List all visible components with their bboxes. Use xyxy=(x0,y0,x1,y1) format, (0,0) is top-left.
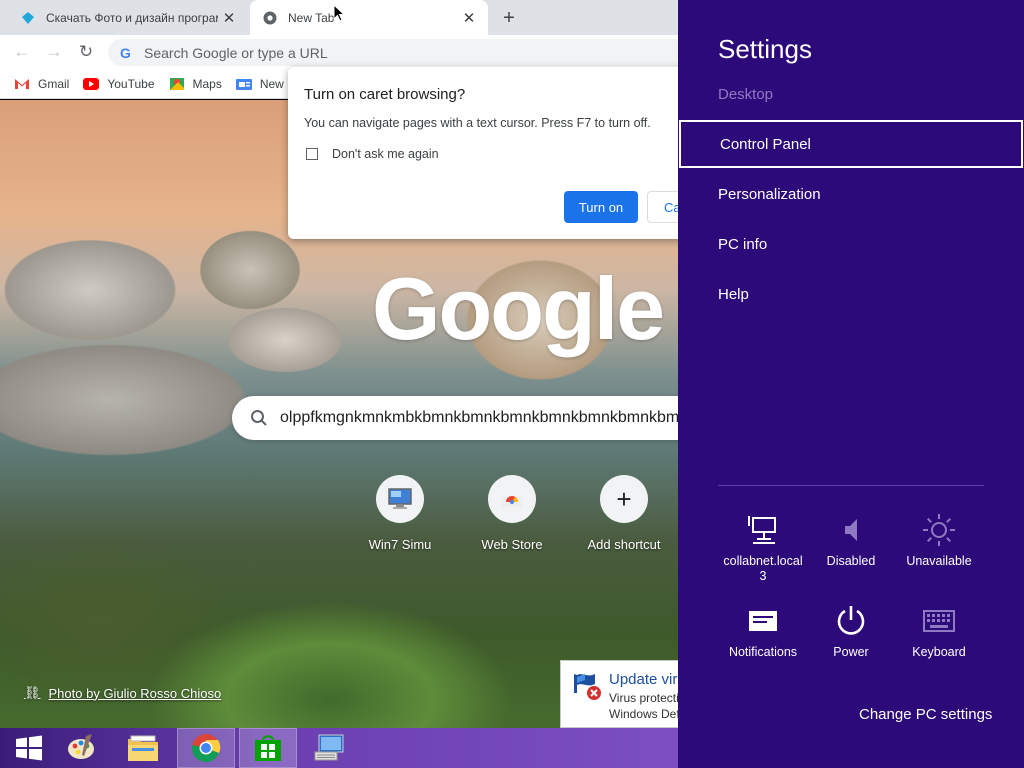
bookmark-youtube[interactable]: YouTube xyxy=(83,76,155,92)
back-icon[interactable]: ← xyxy=(10,40,34,64)
shortcut-label: Win7 Simu xyxy=(368,537,432,552)
ntp-search-input[interactable]: olppfkmgnkmnkmbkbmnkbmnkbmnkbmnkbmnkbmnk… xyxy=(280,409,678,427)
tile-label: Power xyxy=(833,645,869,659)
shortcut-label: Add shortcut xyxy=(587,537,661,552)
tab-canva[interactable]: Скачать Фото и дизайн програм ✕ xyxy=(8,0,248,35)
settings-item-help[interactable]: Help xyxy=(718,286,749,303)
power-tile[interactable]: Power xyxy=(807,603,895,660)
mouse-cursor-icon xyxy=(333,4,345,22)
bookmark-label: YouTube xyxy=(107,76,155,91)
checkbox-icon[interactable] xyxy=(306,148,318,160)
reload-icon[interactable]: ↻ xyxy=(74,40,98,64)
maps-icon xyxy=(169,76,185,92)
settings-divider xyxy=(718,485,984,486)
link-icon: ⛓ xyxy=(24,685,41,700)
settings-item-pc-info[interactable]: PC info xyxy=(718,236,767,253)
defender-notification[interactable]: Update vir Virus protecti Windows Def xyxy=(560,660,678,728)
forward-icon[interactable]: → xyxy=(42,40,66,64)
attribution-text: Photo by Giulio Rosso Chioso xyxy=(48,685,222,701)
bookmark-gmail[interactable]: Gmail xyxy=(14,76,69,92)
shortcut-add[interactable]: + Add shortcut xyxy=(572,475,676,552)
chrome-icon xyxy=(262,10,278,26)
dont-ask-checkbox[interactable]: Don't ask me again xyxy=(306,147,439,161)
notifications-tile[interactable]: Notifications xyxy=(719,603,807,660)
dialog-title: Turn on caret browsing? xyxy=(304,86,466,103)
store-icon[interactable] xyxy=(239,728,297,768)
settings-title: Settings xyxy=(718,34,812,64)
close-icon[interactable]: ✕ xyxy=(458,7,480,29)
caret-browsing-dialog: Turn on caret browsing? You can navigate… xyxy=(288,67,678,239)
tile-label: Unavailable xyxy=(906,554,972,568)
address-bar[interactable]: G Search Google or type a URL xyxy=(108,39,678,66)
keyboard-icon xyxy=(921,603,957,639)
settings-item-personalization[interactable]: Personalization xyxy=(718,186,821,203)
dialog-body: You can navigate pages with a text curso… xyxy=(304,116,651,130)
defender-line-2: Windows Def xyxy=(609,707,678,721)
shortcut-win7-simu[interactable]: Win7 Simu xyxy=(348,475,452,552)
shortcut-label: Web Store xyxy=(481,537,543,552)
tile-label: Keyboard xyxy=(912,645,966,659)
paint-icon[interactable] xyxy=(52,728,110,768)
defender-line-1: Virus protecti xyxy=(609,691,678,705)
canva-diamond-icon xyxy=(20,10,36,26)
news-icon xyxy=(235,76,252,92)
change-pc-settings-link[interactable]: Change PC settings xyxy=(859,706,992,723)
new-tab-button[interactable]: + xyxy=(497,6,521,30)
tab-title: Скачать Фото и дизайн програм xyxy=(46,10,218,25)
tab-new-tab[interactable]: New Tab ✕ xyxy=(250,0,488,35)
keyboard-tile[interactable]: Keyboard xyxy=(895,603,983,660)
chrome-icon[interactable] xyxy=(177,728,235,768)
brightness-tile[interactable]: Unavailable xyxy=(895,512,983,569)
tile-label: collabnet.local 3 xyxy=(723,554,803,583)
search-icon xyxy=(250,409,268,427)
google-g-icon: G xyxy=(120,44,131,61)
notifications-icon xyxy=(745,603,781,639)
tile-label: Notifications xyxy=(728,645,798,659)
browser-toolbar: ← → ↻ G Search Google or type a URL xyxy=(0,35,678,69)
settings-item-desktop: Desktop xyxy=(718,86,774,103)
bookmark-label: New xyxy=(259,76,284,91)
tile-label: Disabled xyxy=(826,554,876,568)
cancel-button[interactable]: Ca xyxy=(647,191,678,223)
flag-error-icon xyxy=(574,674,601,700)
bookmark-news[interactable]: New xyxy=(235,76,284,92)
bookmark-label: Maps xyxy=(192,76,222,91)
settings-charm: Settings Desktop Control Panel Personali… xyxy=(678,0,1024,768)
defender-title: Update vir xyxy=(609,671,678,688)
web-store-icon xyxy=(488,475,536,523)
network-tile[interactable]: collabnet.local 3 xyxy=(719,512,807,584)
plus-icon: + xyxy=(600,475,648,523)
volume-icon xyxy=(833,512,869,548)
close-icon[interactable]: ✕ xyxy=(218,7,240,29)
settings-item-label: Control Panel xyxy=(720,135,811,153)
gmail-icon xyxy=(14,76,30,92)
google-logo: Google xyxy=(372,259,665,358)
file-explorer-icon[interactable] xyxy=(114,728,172,768)
ntp-search-box[interactable]: olppfkmgnkmnkmbkbmnkbmnkbmnkbmnkbmnkbmnk… xyxy=(232,396,678,440)
settings-item-control-panel[interactable]: Control Panel xyxy=(679,120,1023,168)
checkbox-label: Don't ask me again xyxy=(332,147,439,161)
volume-tile[interactable]: Disabled xyxy=(807,512,895,569)
shortcut-web-store[interactable]: Web Store xyxy=(460,475,564,552)
taskbar xyxy=(0,728,678,768)
bookmark-maps[interactable]: Maps xyxy=(169,76,222,92)
photo-attribution-link[interactable]: ⛓ Photo by Giulio Rosso Chioso xyxy=(24,685,221,701)
start-icon[interactable] xyxy=(0,728,58,768)
brightness-icon xyxy=(921,512,957,548)
network-icon xyxy=(745,512,781,548)
power-icon xyxy=(833,603,869,639)
omnibox-placeholder: Search Google or type a URL xyxy=(144,44,328,61)
tab-title: New Tab xyxy=(288,10,335,25)
bookmark-label: Gmail xyxy=(38,76,70,91)
remote-desktop-icon[interactable] xyxy=(300,728,358,768)
chrome-window: Скачать Фото и дизайн програм ✕ New Tab … xyxy=(0,0,678,728)
turn-on-button[interactable]: Turn on xyxy=(564,191,638,223)
youtube-icon xyxy=(83,76,100,92)
monitor-icon xyxy=(376,475,424,523)
